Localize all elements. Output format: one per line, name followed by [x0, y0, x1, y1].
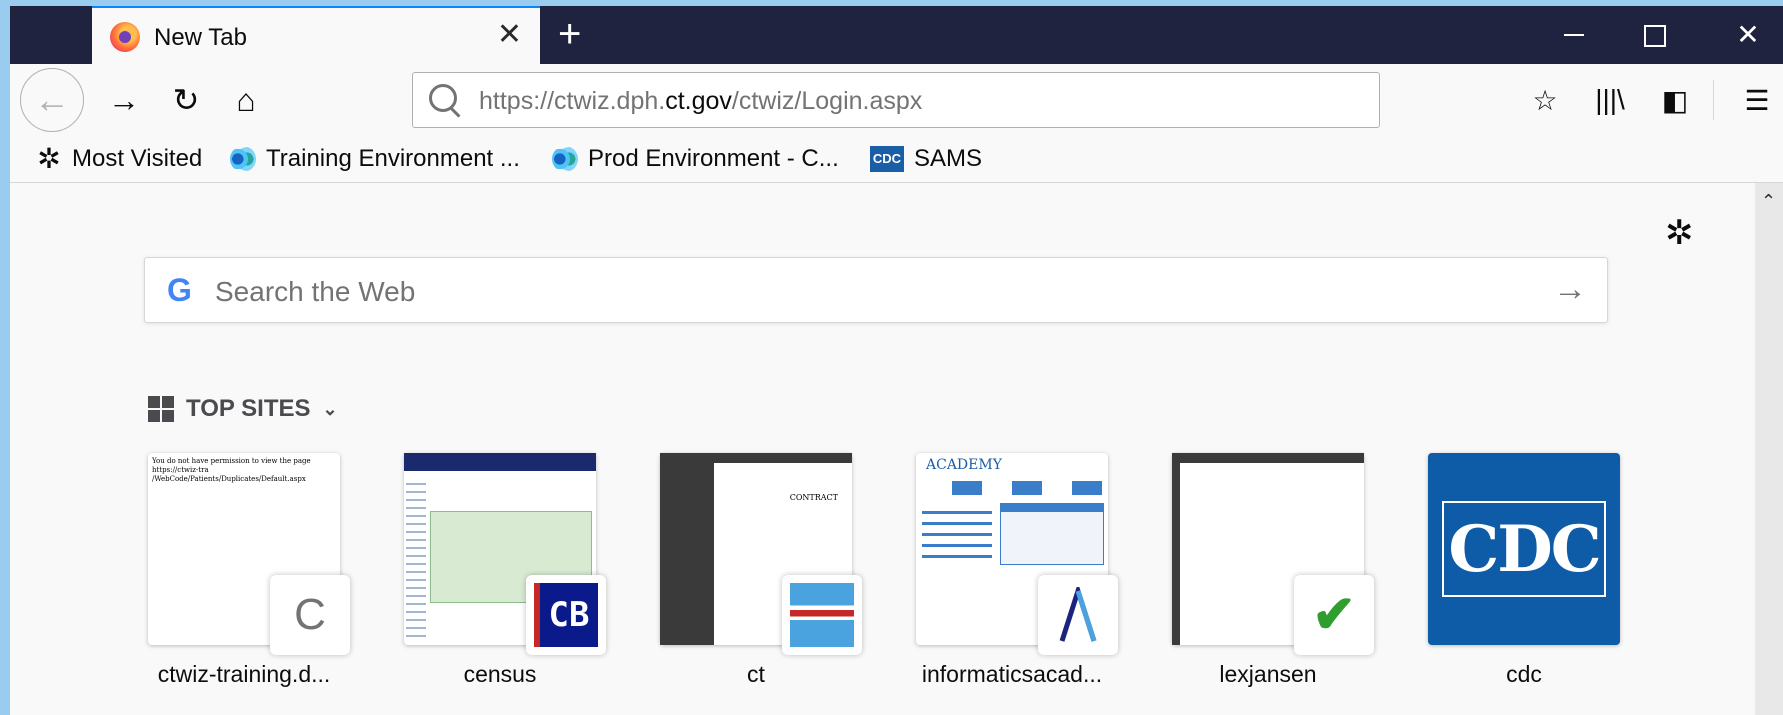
url-bar[interactable]: https://ctwiz.dph.ct.gov/ctwiz/Login.asp…: [412, 72, 1380, 128]
site-label: informaticsacad...: [921, 661, 1103, 687]
favicon: C: [270, 575, 350, 655]
cdc-icon: CDC: [870, 146, 904, 172]
bookmarks-bar: ✲ Most Visited Training Environment ... …: [10, 136, 1783, 183]
search-submit-icon[interactable]: →: [1553, 270, 1587, 309]
web-search-box[interactable]: G Search the Web →: [144, 257, 1608, 323]
site-label: ctwiz-training.d...: [157, 661, 331, 687]
site-label: census: [463, 661, 537, 687]
favicon: CB: [526, 575, 606, 655]
reload-button[interactable]: ↻: [160, 74, 212, 126]
site-label: cdc: [1506, 661, 1542, 687]
scrollbar[interactable]: ⌃: [1755, 183, 1783, 715]
bookmark-label: Training Environment ...: [266, 145, 520, 172]
google-icon: G: [167, 272, 192, 308]
search-placeholder: Search the Web: [215, 276, 416, 307]
grid-icon: [148, 396, 174, 422]
site-thumbnail: CB: [404, 453, 606, 655]
site-thumbnail: ACADEMY: [916, 453, 1118, 655]
home-button[interactable]: ⌂: [220, 74, 272, 126]
top-site-tile[interactable]: ACADEMY informaticsacad...: [916, 453, 1118, 688]
site-thumbnail: ✔: [1172, 453, 1374, 655]
bookmark-label: Most Visited: [72, 145, 203, 172]
bookmark-label: Prod Environment - C...: [588, 145, 839, 172]
back-button[interactable]: ←: [20, 68, 84, 132]
gear-icon: ✲: [37, 143, 61, 174]
minimize-button[interactable]: [1540, 6, 1606, 64]
chevron-down-icon: ⌄: [322, 398, 338, 419]
top-site-tile[interactable]: CONTRACT ct: [660, 453, 862, 688]
top-sites-heading[interactable]: TOP SITES ⌄: [148, 395, 338, 423]
top-site-tile[interactable]: You do not have permission to view the p…: [148, 453, 350, 688]
scroll-up-icon[interactable]: ⌃: [1761, 191, 1776, 212]
browser-window: New Tab ✕ + ✕ ← → ↻ ⌂ https://ctwiz.dph.…: [10, 6, 1783, 715]
nav-bar: ← → ↻ ⌂ https://ctwiz.dph.ct.gov/ctwiz/L…: [10, 64, 1783, 136]
top-site-tile[interactable]: CDC cdc: [1428, 453, 1620, 688]
new-tab-page: G Search the Web → ✲ TOP SITES ⌄ You do …: [10, 183, 1783, 715]
hamburger-menu-icon[interactable]: ☰: [1732, 74, 1782, 126]
site-thumbnail: You do not have permission to view the p…: [148, 453, 350, 655]
site-label: ct: [747, 661, 765, 687]
bookmark-sams[interactable]: CDC SAMS: [870, 144, 982, 174]
site-label: lexjansen: [1219, 661, 1317, 687]
bookmark-prod-environment[interactable]: Prod Environment - C...: [552, 144, 839, 174]
gear-icon[interactable]: ✲: [1665, 213, 1694, 253]
forward-button[interactable]: →: [98, 74, 150, 126]
window-close-button[interactable]: ✕: [1715, 6, 1781, 64]
toolbar-separator: [1713, 80, 1714, 120]
site-thumbnail: CONTRACT: [660, 453, 862, 655]
tab-title: New Tab: [154, 24, 247, 51]
firefox-icon: [110, 22, 140, 52]
bookmark-star-icon[interactable]: ☆: [1520, 74, 1570, 126]
tab-new-tab[interactable]: New Tab ✕: [92, 6, 540, 64]
bookmark-most-visited[interactable]: ✲ Most Visited: [36, 144, 202, 174]
site-icon: [552, 146, 578, 172]
url-text[interactable]: https://ctwiz.dph.ct.gov/ctwiz/Login.asp…: [479, 87, 922, 116]
favicon: [782, 575, 862, 655]
cdc-logo: CDC: [1442, 501, 1606, 597]
library-icon[interactable]: |||\: [1585, 74, 1635, 126]
bookmark-label: SAMS: [914, 145, 983, 172]
tab-bar: New Tab ✕ + ✕: [10, 6, 1783, 64]
site-thumbnail: CDC: [1428, 453, 1620, 645]
maximize-button[interactable]: [1620, 6, 1686, 64]
bookmark-training-environment[interactable]: Training Environment ...: [230, 144, 520, 174]
sidebar-icon[interactable]: ◧: [1650, 74, 1700, 126]
favicon: [1038, 575, 1118, 655]
favicon: ✔: [1294, 575, 1374, 655]
close-tab-icon[interactable]: ✕: [497, 20, 522, 50]
site-icon: [230, 146, 256, 172]
search-icon: [429, 84, 457, 112]
top-site-tile[interactable]: ✔ lexjansen: [1172, 453, 1374, 688]
top-site-tile[interactable]: CB census: [404, 453, 606, 688]
new-tab-button[interactable]: +: [558, 12, 581, 56]
